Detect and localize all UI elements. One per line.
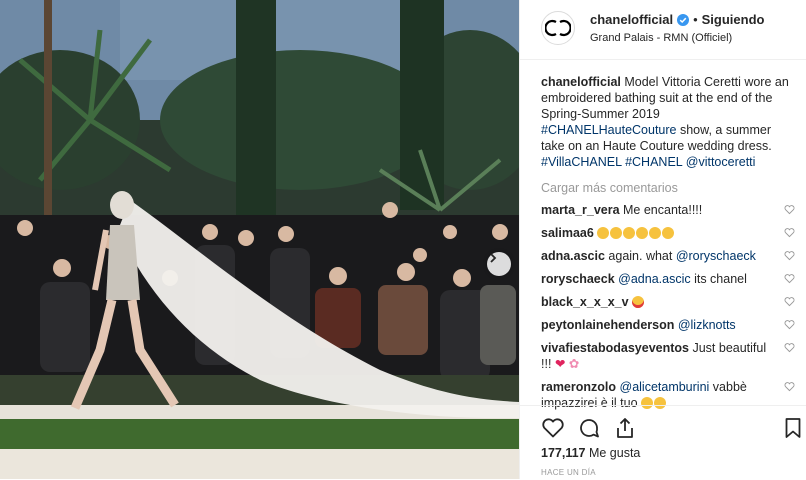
- comment-row: salimaa6: [541, 225, 795, 241]
- comment-row: peytonlainehenderson @lizknotts: [541, 317, 795, 333]
- comment-username[interactable]: salimaa6: [541, 226, 594, 240]
- next-photo-button[interactable]: [487, 252, 511, 276]
- heart-eyes-emoji-icon: [632, 295, 645, 309]
- like-comment-heart-icon[interactable]: [784, 273, 795, 284]
- comment-username[interactable]: rameronzolo: [541, 380, 616, 394]
- like-comment-heart-icon[interactable]: [784, 342, 795, 353]
- mention-link[interactable]: @roryschaeck: [676, 249, 756, 263]
- comment-icon[interactable]: [577, 416, 601, 440]
- verified-badge-icon: [677, 13, 690, 26]
- like-count-number: 177,117: [541, 446, 586, 460]
- post-timestamp[interactable]: HACE UN DÍA: [541, 468, 596, 477]
- post-side-panel: chanelofficial • Siguiendo Grand Palais …: [519, 0, 806, 479]
- post-photo[interactable]: [0, 0, 519, 479]
- hashtag-link[interactable]: #CHANELHauteCouture: [541, 123, 677, 137]
- comment-username[interactable]: peytonlainehenderson: [541, 318, 674, 332]
- like-comment-heart-icon[interactable]: [784, 227, 795, 238]
- post-actions: 177,117 Me gusta HACE UN DÍA: [520, 405, 806, 480]
- header-separator: •: [693, 12, 698, 27]
- header-user-line: chanelofficial • Siguiendo: [590, 12, 764, 27]
- comment-row: roryschaeck @adna.ascic its chanel: [541, 271, 795, 287]
- avatar[interactable]: [541, 11, 575, 45]
- caption-username[interactable]: chanelofficial: [541, 75, 621, 89]
- mention-link[interactable]: @alicetamburini: [620, 380, 710, 394]
- hashtag-link[interactable]: #CHANEL: [625, 155, 682, 169]
- comment-row: adna.ascic again. what @roryschaeck: [541, 248, 795, 264]
- scream-emoji-icon: [597, 226, 675, 240]
- hashtag-link[interactable]: #VillaCHANEL: [541, 155, 622, 169]
- following-button[interactable]: Siguiendo: [702, 12, 765, 27]
- instagram-post: chanelofficial • Siguiendo Grand Palais …: [0, 0, 806, 479]
- next-arrow-icon: [490, 253, 497, 263]
- comments-list: chanelofficial Model Vittoria Ceretti wo…: [541, 74, 795, 418]
- mention-link[interactable]: @vittoceretti: [686, 155, 756, 169]
- share-icon[interactable]: [613, 416, 637, 440]
- mention-link[interactable]: @lizknotts: [678, 318, 736, 332]
- comment-row: marta_r_vera Me encanta!!!!: [541, 202, 795, 218]
- runway-photo-illustration: [0, 0, 519, 479]
- chanel-logo: [545, 19, 571, 37]
- header-username[interactable]: chanelofficial: [590, 12, 673, 27]
- comment-text: its chanel: [690, 272, 747, 286]
- comment-username[interactable]: marta_r_vera: [541, 203, 620, 217]
- heart-emoji-icon: ❤: [554, 357, 566, 371]
- like-comment-heart-icon[interactable]: [784, 296, 795, 307]
- like-count[interactable]: 177,117 Me gusta: [541, 446, 640, 460]
- comment-text: again. what: [604, 249, 676, 263]
- like-comment-heart-icon[interactable]: [784, 204, 795, 215]
- comment-row: black_x_x_x_v: [541, 294, 795, 310]
- mention-link[interactable]: @adna.ascic: [618, 272, 690, 286]
- like-comment-heart-icon[interactable]: [784, 381, 795, 392]
- flower-emoji-icon: ✿: [568, 357, 580, 371]
- comment-username[interactable]: roryschaeck: [541, 272, 615, 286]
- like-comment-heart-icon[interactable]: [784, 250, 795, 261]
- load-more-comments-link[interactable]: Cargar más comentarios: [541, 180, 795, 196]
- heart-icon[interactable]: [541, 416, 565, 440]
- location-link[interactable]: Grand Palais - RMN (Officiel): [590, 32, 732, 44]
- like-comment-heart-icon[interactable]: [784, 319, 795, 330]
- like-count-label: Me gusta: [585, 446, 641, 460]
- comment-row: vivafiestabodasyeventos Just beautiful !…: [541, 340, 795, 372]
- comment-username[interactable]: black_x_x_x_v: [541, 295, 629, 309]
- comment-username[interactable]: vivafiestabodasyeventos: [541, 341, 689, 355]
- caption: chanelofficial Model Vittoria Ceretti wo…: [541, 74, 795, 170]
- comment-username[interactable]: adna.ascic: [541, 249, 605, 263]
- comment-text: Me encanta!!!!: [619, 203, 703, 217]
- post-header: chanelofficial • Siguiendo Grand Palais …: [520, 0, 806, 60]
- bookmark-icon[interactable]: [781, 416, 805, 440]
